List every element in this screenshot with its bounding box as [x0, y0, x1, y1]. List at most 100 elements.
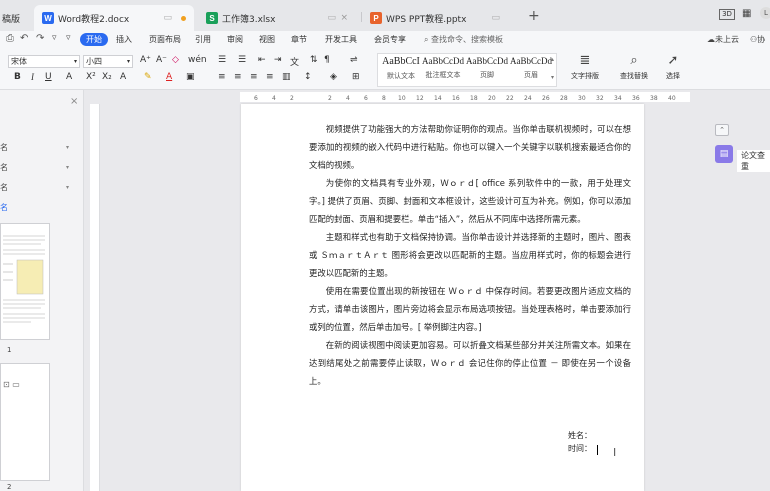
menu-bar: ⎙ ↶ ↷ ▿ ▿ 开始 插入 页面布局 引用 审阅 视图 章节 开发工具 会员…	[0, 31, 770, 50]
ruler-label: 8	[382, 95, 386, 102]
find-replace-button[interactable]: ⌕ 查找替换	[614, 53, 654, 81]
menu-page-layout[interactable]: 页面布局	[149, 34, 181, 45]
select-button[interactable]: ➚ 选择	[656, 53, 690, 81]
paper-check-label[interactable]: 论文查重	[737, 150, 770, 172]
3d-box-icon[interactable]: 3D	[719, 9, 735, 20]
underline-icon[interactable]: U	[45, 72, 52, 82]
pinyin-icon[interactable]: wén	[188, 55, 207, 65]
quick-access-dropdown-icon[interactable]: ▿	[52, 33, 57, 43]
avatar[interactable]: L	[760, 7, 770, 19]
signature-time[interactable]: 时间：	[568, 443, 592, 454]
gallery-scroll-up-icon[interactable]: ▴	[551, 56, 554, 63]
undo-icon[interactable]: ↶	[20, 33, 28, 44]
grow-font-icon[interactable]: A⁺	[140, 55, 151, 65]
increase-indent-icon[interactable]: ⇥	[274, 55, 282, 65]
italic-icon[interactable]: I	[31, 72, 34, 82]
document-body[interactable]: 视频提供了功能强大的方法帮助你证明你的观点。当你单击联机视频时，可以在想要添加的…	[309, 120, 631, 390]
command-search[interactable]: ⌕ 查找命令、搜索模板	[424, 34, 503, 45]
paragraph[interactable]: 使用在需要位置出现的新按钮在 Ｗｏｒｄ 中保存时间。若要更改图片适应文档的方式，…	[309, 282, 631, 336]
menu-insert[interactable]: 插入	[116, 34, 132, 45]
menu-developer[interactable]: 开发工具	[325, 34, 357, 45]
menu-home[interactable]: 开始	[80, 33, 108, 46]
vertical-ruler[interactable]	[90, 104, 100, 491]
nav-heading[interactable]: 名	[0, 142, 8, 153]
collapse-icon[interactable]: ⌃	[715, 124, 729, 136]
print-preview-icon[interactable]: ⎙	[6, 33, 14, 44]
new-tab-button[interactable]: +	[528, 8, 540, 24]
style-heading-1[interactable]: AaBbCcDd 批注框文本	[422, 56, 464, 80]
justify-icon[interactable]: ≡	[266, 72, 274, 82]
document-page[interactable]: 视频提供了功能强大的方法帮助你证明你的观点。当你单击联机视频时，可以在想要添加的…	[241, 104, 644, 491]
shading-icon[interactable]: ◈	[330, 72, 337, 82]
paragraph[interactable]: 主题和样式也有助于文档保持协调。当你单击设计并选择新的主题时，图片、图表或 Ｓｍ…	[309, 228, 631, 282]
tab-label: WPS PPT教程.pptx	[386, 14, 467, 25]
style-heading-2[interactable]: AaBbCcDd 页脚	[466, 56, 508, 80]
subscript-icon[interactable]: X₂	[102, 72, 112, 82]
chevron-down-icon[interactable]: ▾	[66, 184, 69, 191]
tab-icon[interactable]: ⇌	[350, 55, 358, 65]
shrink-font-icon[interactable]: A⁻	[156, 55, 167, 65]
nav-heading[interactable]: 名	[0, 202, 8, 213]
borders-icon[interactable]: ⊞	[352, 72, 360, 82]
font-color-icon[interactable]: A	[166, 72, 172, 82]
paragraph[interactable]: 为使你的文档具有专业外观，Ｗｏｒｄ[ office 系列软件中的一款，用于处理文…	[309, 174, 631, 228]
align-right-icon[interactable]: ≡	[250, 72, 258, 82]
menu-review[interactable]: 审阅	[227, 34, 243, 45]
gallery-more-icon[interactable]: ▾	[551, 74, 554, 81]
paper-check-icon[interactable]: ▤	[715, 145, 733, 163]
numbered-list-icon[interactable]: ☰	[238, 55, 246, 65]
page-thumbnail[interactable]: ⊡ ▭	[0, 363, 50, 481]
menu-member[interactable]: 会员专享	[374, 34, 406, 45]
strikethrough-icon[interactable]: A	[66, 72, 72, 82]
highlight-icon[interactable]: ✎	[144, 72, 152, 82]
font-size-select[interactable]: 小四 ▾	[83, 55, 133, 68]
paragraph[interactable]: 在新的阅读视图中阅读更加容易。可以折叠文档某些部分并关注所需文本。如果在达到结尾…	[309, 336, 631, 390]
menu-references[interactable]: 引用	[195, 34, 211, 45]
monitor-icon: ▭	[327, 13, 336, 23]
ruler-label: 40	[668, 95, 676, 102]
text-layout-button[interactable]: ≣ 文字排版	[565, 53, 605, 81]
bullet-list-icon[interactable]: ☰	[218, 55, 226, 65]
menu-dropdown-icon[interactable]: ▿	[66, 33, 71, 43]
page-thumbnail[interactable]	[0, 223, 50, 340]
bold-icon[interactable]: B	[14, 72, 21, 82]
signature-name[interactable]: 姓名：	[568, 430, 592, 441]
nav-heading[interactable]: 名	[0, 182, 8, 193]
menu-section[interactable]: 章节	[291, 34, 307, 45]
nav-heading[interactable]: 名	[0, 162, 8, 173]
superscript-icon[interactable]: X²	[86, 72, 96, 82]
apps-grid-icon[interactable]: ▦	[742, 8, 751, 19]
text-effect-icon[interactable]: A	[120, 72, 126, 82]
style-normal[interactable]: AaBbCcI 默认文本	[380, 56, 422, 81]
char-border-icon[interactable]: ▣	[186, 72, 195, 82]
tab-label: Word教程2.docx	[58, 14, 130, 25]
menu-view[interactable]: 视图	[259, 34, 275, 45]
clear-format-icon[interactable]: ◇	[172, 55, 179, 65]
ruler-track	[240, 92, 690, 102]
chevron-down-icon[interactable]: ▾	[66, 164, 69, 171]
chinese-layout-icon[interactable]: 文	[290, 55, 299, 68]
tab-draft[interactable]: 稿版	[0, 5, 28, 31]
sort-icon[interactable]: ⇅	[310, 55, 318, 65]
cursor-icon: ➚	[667, 53, 679, 68]
align-center-icon[interactable]: ≡	[234, 72, 242, 82]
tab-ppt[interactable]: P WPS PPT教程.pptx ▭	[362, 5, 522, 31]
redo-icon[interactable]: ↷	[36, 33, 44, 44]
style-heading-3[interactable]: AaBbCcDd 页眉	[510, 56, 552, 80]
align-left-icon[interactable]: ≡	[218, 72, 226, 82]
text-layout-icon: ≣	[579, 53, 591, 68]
collab-button[interactable]: ⚇协	[750, 34, 765, 45]
font-family-select[interactable]: 宋体 ▾	[8, 55, 80, 68]
tab-word-doc[interactable]: W Word教程2.docx ▭	[34, 5, 194, 31]
close-icon[interactable]: ×	[70, 96, 78, 107]
close-icon[interactable]: ×	[340, 13, 348, 23]
excel-icon: S	[206, 12, 218, 24]
decrease-indent-icon[interactable]: ⇤	[258, 55, 266, 65]
cloud-status[interactable]: ☁未上云	[707, 34, 739, 45]
distribute-icon[interactable]: ▥	[282, 72, 291, 82]
chevron-down-icon[interactable]: ▾	[66, 144, 69, 151]
show-marks-icon[interactable]: ¶	[324, 55, 330, 65]
line-spacing-icon[interactable]: ↕	[304, 72, 312, 82]
paragraph[interactable]: 视频提供了功能强大的方法帮助你证明你的观点。当你单击联机视频时，可以在想要添加的…	[309, 120, 631, 174]
tab-excel[interactable]: S 工作簿3.xlsx ▭ ×	[198, 5, 358, 31]
